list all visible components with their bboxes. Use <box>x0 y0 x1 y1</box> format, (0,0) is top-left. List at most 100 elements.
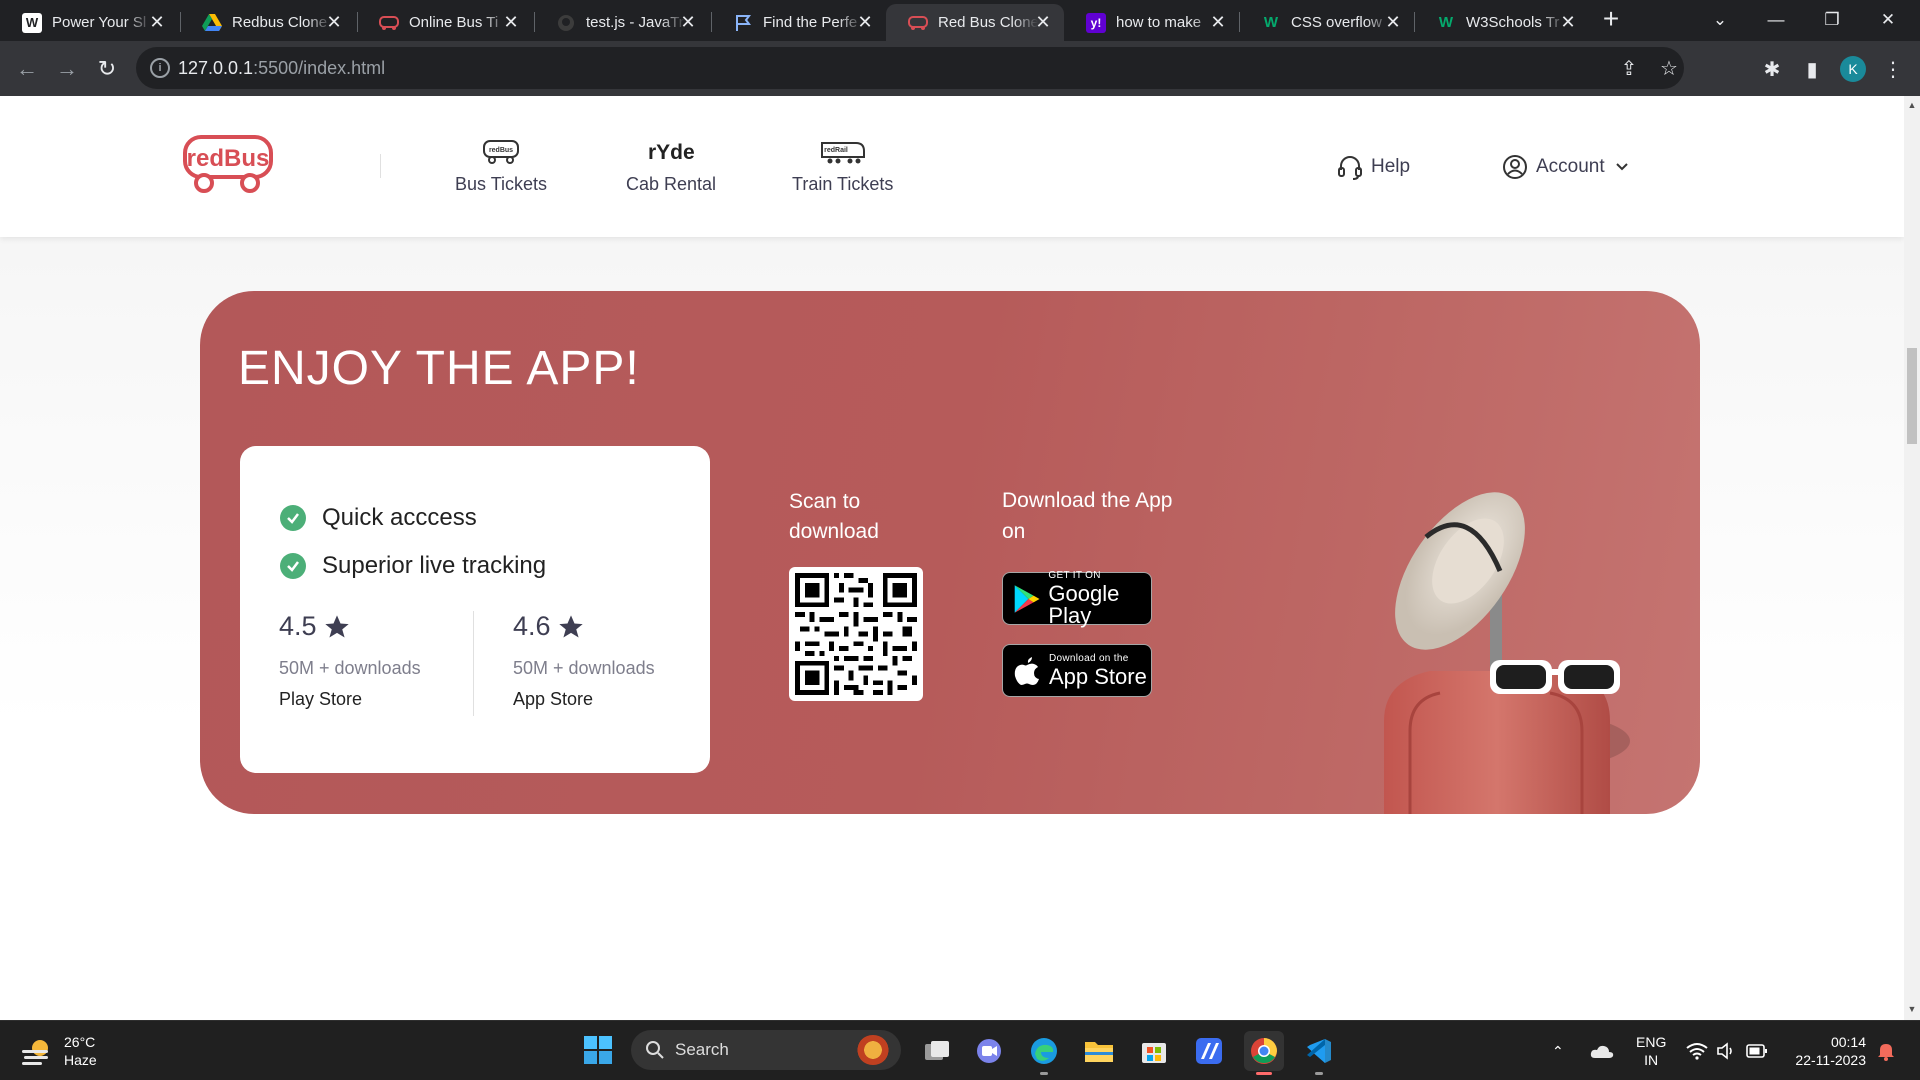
vscode-icon <box>1307 1039 1331 1063</box>
browser-tab[interactable]: W CSS overflow ✕ <box>1239 4 1414 41</box>
close-icon[interactable]: ✕ <box>856 13 874 31</box>
lang-code: ENG <box>1636 1034 1667 1050</box>
vscode-app[interactable] <box>1299 1031 1339 1075</box>
train-icon: redRail <box>820 136 866 168</box>
star-icon <box>558 614 583 637</box>
browser-tab-active[interactable]: Red Bus Clone ✕ <box>886 4 1064 41</box>
close-icon[interactable]: ✕ <box>325 13 343 31</box>
onedrive-cloud-icon[interactable] <box>1590 1021 1614 1080</box>
badge-small-text: GET IT ON <box>1048 569 1101 581</box>
help-link[interactable]: Help <box>1337 154 1410 180</box>
scroll-thumb[interactable] <box>1907 348 1917 444</box>
badge-small-text: Download on the <box>1049 652 1129 664</box>
svg-text:redRail: redRail <box>824 147 848 154</box>
search-icon <box>646 1041 664 1059</box>
extensions-puzzle-icon[interactable]: ✱ <box>1757 54 1787 84</box>
google-play-icon <box>1014 584 1040 613</box>
windows-start-icon[interactable] <box>583 1035 613 1065</box>
card-divider <box>473 611 474 716</box>
nav-train-tickets[interactable]: redRail Train Tickets <box>792 136 893 195</box>
feature-item: Quick acccess <box>280 504 477 532</box>
rating-score: 4.6 <box>513 611 551 641</box>
menu-kebab-icon[interactable]: ⋮ <box>1878 54 1908 84</box>
scroll-down-arrow-icon[interactable]: ▼ <box>1907 1004 1917 1014</box>
nav-bus-tickets[interactable]: redBus Bus Tickets <box>455 136 547 195</box>
browser-tab[interactable]: W Power Your Sl ✕ <box>0 4 178 41</box>
scroll-up-arrow-icon[interactable]: ▲ <box>1907 100 1917 110</box>
google-play-badge[interactable]: GET IT ON Google Play <box>1002 569 1152 628</box>
running-indicator <box>1315 1072 1323 1075</box>
tool-app[interactable] <box>1189 1031 1229 1071</box>
close-icon[interactable]: ✕ <box>1559 13 1577 31</box>
browser-tab[interactable]: test.js - JavaTr ✕ <box>534 4 709 41</box>
close-icon[interactable]: ✕ <box>1034 13 1052 31</box>
yahoo-icon: y! <box>1086 12 1106 33</box>
tab-title: Online Bus Ti <box>409 14 499 31</box>
profile-avatar[interactable]: K <box>1840 56 1866 82</box>
tray-overflow-chevron-icon[interactable]: ⌃ <box>1552 1021 1564 1080</box>
notification-bell-icon[interactable] <box>1877 1021 1895 1080</box>
task-view-app[interactable] <box>917 1031 957 1071</box>
close-icon[interactable]: ✕ <box>1384 13 1402 31</box>
edge-app[interactable] <box>1024 1031 1064 1075</box>
tab-title: Redbus Clone <box>232 14 328 31</box>
haze-weather-icon <box>22 1040 48 1065</box>
battery-icon[interactable] <box>1746 1021 1768 1080</box>
page-viewport: redBus redBus Bus Tickets rYde Cab Renta… <box>0 96 1904 1020</box>
system-clock[interactable]: 00:14 22-11-2023 <box>1786 1033 1866 1069</box>
account-menu[interactable]: Account <box>1502 154 1631 180</box>
ryde-icon: rYde <box>648 136 694 168</box>
side-panel-icon[interactable]: ▮ <box>1797 54 1827 84</box>
reload-icon[interactable]: ↻ <box>92 54 122 84</box>
store-bag-icon <box>1142 1043 1166 1063</box>
file-explorer-app[interactable] <box>1079 1031 1119 1071</box>
search-highlight-icon <box>857 1035 889 1065</box>
running-indicator <box>1256 1072 1272 1075</box>
restore-button[interactable]: ❐ <box>1804 0 1860 40</box>
nav-cab-rental[interactable]: rYde Cab Rental <box>626 136 716 195</box>
browser-tabstrip: W Power Your Sl ✕ Redbus Clone ✕ Online … <box>0 0 1920 41</box>
badge-big-text: Google Play <box>1048 580 1120 628</box>
tab-title: CSS overflow <box>1291 14 1382 31</box>
chrome-app[interactable] <box>1244 1031 1284 1075</box>
forward-arrow-icon[interactable]: → <box>52 54 82 84</box>
close-window-button[interactable]: ✕ <box>1860 0 1916 40</box>
feature-label: Superior live tracking <box>322 552 547 579</box>
url-path: :5500/index.html <box>253 58 386 78</box>
browser-tab[interactable]: Find the Perfe ✕ <box>711 4 886 41</box>
taskbar-search[interactable]: Search <box>631 1030 901 1070</box>
browser-tab[interactable]: W W3Schools Tr ✕ <box>1414 4 1589 41</box>
feature-item: Superior live tracking <box>280 552 546 580</box>
browser-tab[interactable]: Online Bus Ti ✕ <box>357 4 532 41</box>
volume-icon[interactable] <box>1716 1021 1736 1080</box>
bookmark-star-icon[interactable]: ☆ <box>1656 55 1682 81</box>
browser-tab[interactable]: Redbus Clone ✕ <box>180 4 355 41</box>
account-label: Account <box>1536 156 1605 177</box>
back-arrow-icon[interactable]: ← <box>12 54 42 84</box>
redbus-icon <box>908 13 928 33</box>
url-text[interactable]: 127.0.0.1:5500/index.html <box>178 58 385 79</box>
teams-app[interactable] <box>969 1031 1009 1071</box>
header-divider <box>380 154 381 178</box>
redbus-logo[interactable]: redBus <box>182 133 276 197</box>
share-icon[interactable]: ⇪ <box>1616 55 1642 81</box>
address-bar[interactable]: i 127.0.0.1:5500/index.html ⇪ ☆ <box>136 47 1684 89</box>
browser-tab[interactable]: y! how to make ✕ <box>1064 4 1239 41</box>
wifi-icon[interactable] <box>1686 1021 1708 1080</box>
w3schools-icon: W <box>1263 14 1279 31</box>
minimize-button[interactable]: — <box>1748 0 1804 40</box>
new-tab-button[interactable]: + <box>1597 5 1625 34</box>
help-label: Help <box>1371 156 1411 177</box>
close-icon[interactable]: ✕ <box>1209 13 1227 31</box>
tab-search-chevron-icon[interactable]: ⌄ <box>1692 0 1748 40</box>
microsoft-store-app[interactable] <box>1134 1031 1174 1071</box>
site-info-icon[interactable]: i <box>150 58 170 78</box>
language-indicator[interactable]: ENG IN <box>1636 1033 1666 1069</box>
star-icon <box>324 614 349 637</box>
close-icon[interactable]: ✕ <box>679 13 697 31</box>
page-scrollbar[interactable]: ▲ ▼ <box>1904 96 1920 1020</box>
weather-widget[interactable]: 26°C Haze <box>20 1033 97 1069</box>
close-icon[interactable]: ✕ <box>148 13 166 31</box>
app-store-badge[interactable]: Download on the App Store <box>1002 644 1152 697</box>
close-icon[interactable]: ✕ <box>502 13 520 31</box>
